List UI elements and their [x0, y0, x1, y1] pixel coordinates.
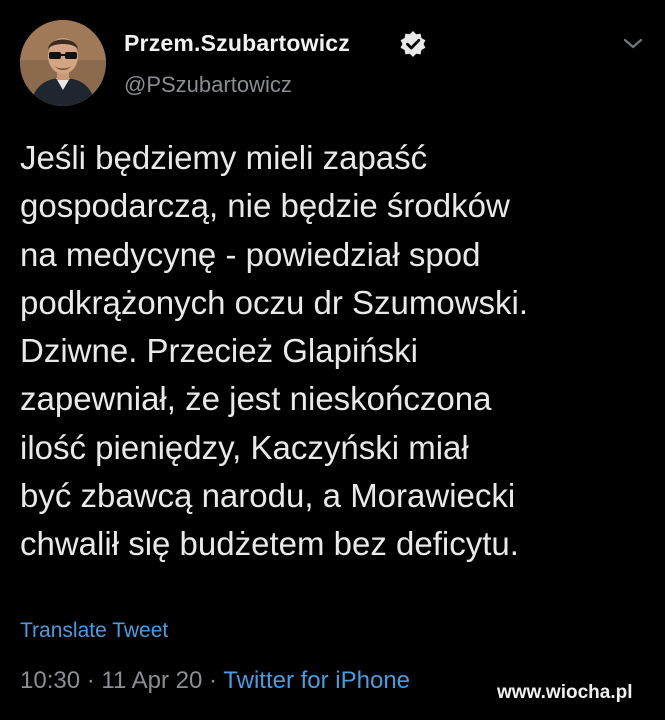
meta-separator: · — [209, 667, 218, 694]
tweet-card: Przem.Szubartowicz @PSzubartowicz Jeśli … — [0, 0, 665, 720]
tweet-date[interactable]: 11 Apr 20 — [101, 667, 202, 694]
author-display-name[interactable]: Przem.Szubartowicz — [124, 30, 350, 57]
tweet-text-line: podkrążonych oczu dr Szumowski. — [20, 283, 529, 321]
tweet-source-link[interactable]: Twitter for iPhone — [223, 667, 410, 694]
tweet-text-line: być zbawcą narodu, a Morawiecki — [20, 477, 516, 515]
meta-separator: · — [86, 667, 95, 694]
author-handle[interactable]: @PSzubartowicz — [124, 72, 292, 98]
tweet-metadata: 10:30 · 11 Apr 20 · Twitter for iPhone — [20, 667, 410, 695]
tweet-text: Jeśli będziemy mieli zapaść gospodarczą,… — [20, 134, 660, 569]
chevron-down-icon[interactable] — [621, 36, 645, 52]
avatar[interactable] — [20, 20, 106, 106]
tweet-time[interactable]: 10:30 — [20, 667, 80, 694]
tweet-text-line: chwalił się budżetem bez deficytu. — [20, 525, 519, 563]
translate-tweet-link[interactable]: Translate Tweet — [20, 619, 168, 643]
verified-badge-icon — [399, 30, 427, 58]
watermark: www.wiocha.pl — [497, 682, 633, 703]
tweet-text-line: na medycynę - powiedział spod — [20, 235, 481, 273]
tweet-text-line: zapewniał, że jest nieskończona — [20, 380, 492, 418]
tweet-text-line: gospodarczą, nie będzie środków — [20, 187, 510, 225]
avatar-image — [20, 20, 106, 106]
tweet-text-line: ilość pieniędzy, Kaczyński miał — [20, 428, 469, 466]
tweet-text-line: Dziwne. Przecież Glapiński — [20, 332, 418, 370]
tweet-text-line: Jeśli będziemy mieli zapaść — [20, 139, 428, 176]
